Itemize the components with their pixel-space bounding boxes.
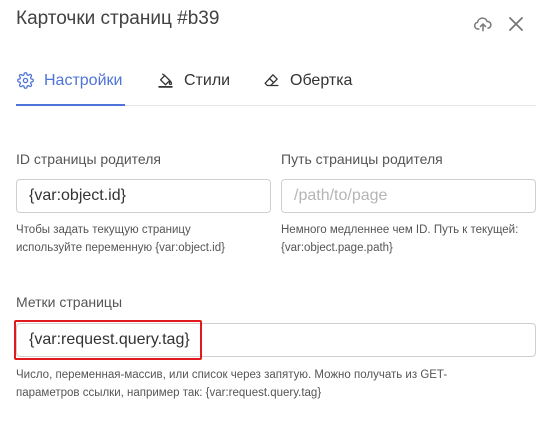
page-tags-help-line1: Число, переменная-массив, или список чер… [16,369,448,381]
page-tags-help-line2: параметров ссылки, например так: {var:re… [16,387,322,399]
dialog-title: Карточки страниц #b39 [16,8,220,29]
tab-styles-label: Стили [184,71,231,89]
parent-path-help-line1: Немного медленнее чем ID. Путь к текущей… [281,224,519,236]
parent-id-help-line2: используйте переменную {var:object.id} [16,242,225,254]
parent-id-label: ID страницы родителя [16,151,161,167]
eraser-icon [262,72,280,90]
page-tags-value: {var:request.query.tag} [29,331,190,348]
tab-styles[interactable]: Стили [156,56,230,105]
parent-path-help-line2: {var:object.page.path} [281,242,393,254]
parent-path-input[interactable]: /path/to/page [281,179,536,213]
parent-path-label: Путь страницы родителя [281,151,443,167]
paint-bucket-icon [156,72,174,90]
page-tags-label: Метки страницы [16,294,123,310]
tab-wrapper-label: Обертка [290,71,353,89]
parent-id-input[interactable]: {var:object.id} [16,179,271,213]
parent-path-help: Немного медленнее чем ID. Путь к текущей… [281,221,518,257]
parent-id-help-line1: Чтобы задать текущую страницу [16,224,191,236]
parent-path-placeholder: /path/to/page [294,187,388,204]
gear-icon [16,72,34,90]
page-tags-input[interactable]: {var:request.query.tag} [16,323,536,357]
parent-id-help: Чтобы задать текущую страницу используйт… [16,221,225,257]
tab-wrapper[interactable]: Обертка [262,56,352,105]
tab-bar: Настройки Стили Обертка [16,56,536,106]
close-icon[interactable] [505,13,527,35]
parent-id-value: {var:object.id} [29,187,126,204]
tab-settings[interactable]: Настройки [16,56,125,106]
cloud-upload-icon[interactable] [472,13,494,35]
page-tags-help: Число, переменная-массив, или список чер… [16,366,447,402]
tab-settings-label: Настройки [44,71,123,89]
